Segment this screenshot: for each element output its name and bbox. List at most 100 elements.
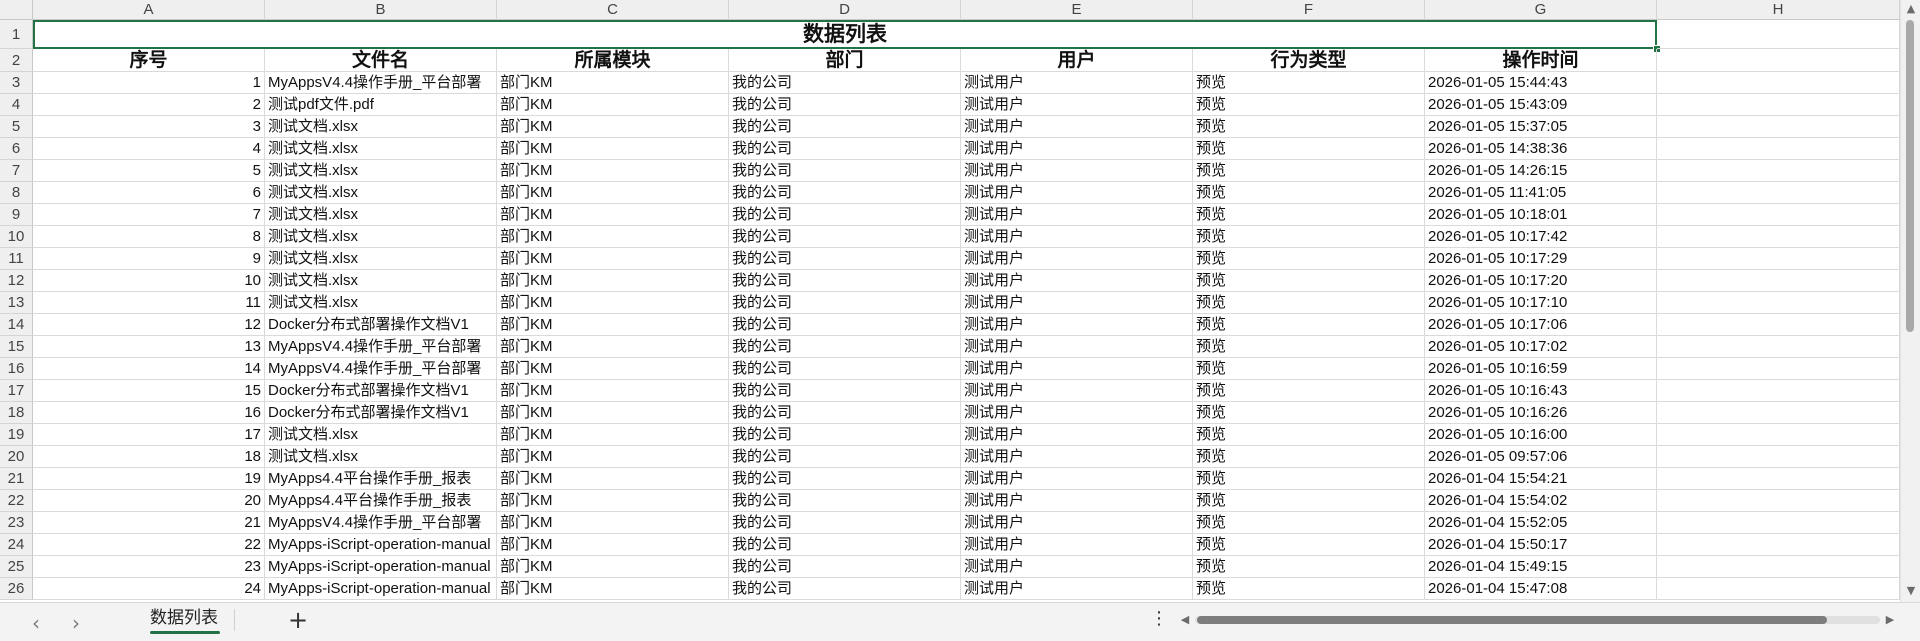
table-cell[interactable]: 11 [33, 292, 265, 314]
table-cell[interactable]: 测试文档.xlsx [265, 138, 497, 160]
table-cell[interactable]: 预览 [1193, 578, 1425, 600]
table-cell-empty[interactable] [1657, 578, 1900, 600]
table-cell[interactable]: 预览 [1193, 358, 1425, 380]
table-cell[interactable]: MyApps-iScript-operation-manual [265, 556, 497, 578]
table-cell[interactable]: 测试用户 [961, 314, 1193, 336]
column-title-5[interactable]: 用户 [961, 49, 1193, 72]
table-cell[interactable]: 预览 [1193, 556, 1425, 578]
table-cell[interactable]: 2026-01-04 15:52:05 [1425, 512, 1657, 534]
table-cell[interactable]: 18 [33, 446, 265, 468]
horizontal-scroll-thumb[interactable] [1197, 616, 1827, 624]
table-cell[interactable]: 2026-01-05 11:41:05 [1425, 182, 1657, 204]
table-cell[interactable]: 预览 [1193, 72, 1425, 94]
column-header-h[interactable]: H [1657, 0, 1900, 20]
row-header-15[interactable]: 15 [0, 336, 33, 358]
table-cell[interactable]: MyApps4.4平台操作手册_报表 [265, 468, 497, 490]
table-cell[interactable]: 2026-01-05 15:44:43 [1425, 72, 1657, 94]
row-header-22[interactable]: 22 [0, 490, 33, 512]
table-cell[interactable]: 2026-01-05 10:16:26 [1425, 402, 1657, 424]
column-title-2[interactable]: 文件名 [265, 49, 497, 72]
select-all-corner[interactable] [0, 0, 33, 20]
row-header-20[interactable]: 20 [0, 446, 33, 468]
table-cell[interactable]: 2026-01-04 15:54:02 [1425, 490, 1657, 512]
table-cell[interactable]: 测试用户 [961, 578, 1193, 600]
table-cell[interactable]: 部门KM [497, 512, 729, 534]
table-cell[interactable]: 我的公司 [729, 534, 961, 556]
table-cell[interactable]: 2026-01-04 15:50:17 [1425, 534, 1657, 556]
table-cell[interactable]: 测试文档.xlsx [265, 424, 497, 446]
prev-sheet-icon[interactable]: ‹ [24, 611, 48, 635]
table-cell[interactable]: 2026-01-05 10:16:59 [1425, 358, 1657, 380]
row-header-21[interactable]: 21 [0, 468, 33, 490]
table-cell[interactable]: 预览 [1193, 160, 1425, 182]
table-cell[interactable]: 6 [33, 182, 265, 204]
table-cell[interactable]: 2026-01-05 10:17:10 [1425, 292, 1657, 314]
row-header-10[interactable]: 10 [0, 226, 33, 248]
cell-h2[interactable] [1657, 49, 1900, 72]
table-cell[interactable]: 2 [33, 94, 265, 116]
table-cell[interactable]: 部门KM [497, 446, 729, 468]
table-cell[interactable]: 部门KM [497, 94, 729, 116]
table-cell[interactable]: 测试文档.xlsx [265, 446, 497, 468]
table-cell-empty[interactable] [1657, 336, 1900, 358]
table-cell-empty[interactable] [1657, 512, 1900, 534]
table-cell[interactable]: 部门KM [497, 116, 729, 138]
add-sheet-icon[interactable]: + [286, 606, 310, 634]
table-cell[interactable]: 部门KM [497, 534, 729, 556]
table-cell[interactable]: 预览 [1193, 292, 1425, 314]
table-cell[interactable]: 预览 [1193, 314, 1425, 336]
column-header-c[interactable]: C [497, 0, 729, 20]
table-cell[interactable]: 部门KM [497, 358, 729, 380]
table-cell[interactable]: 部门KM [497, 72, 729, 94]
scroll-up-arrow-icon[interactable]: ▲ [1901, 2, 1920, 15]
table-cell[interactable]: 2026-01-05 09:57:06 [1425, 446, 1657, 468]
table-cell[interactable]: 部门KM [497, 402, 729, 424]
table-cell[interactable]: 测试用户 [961, 402, 1193, 424]
table-cell[interactable]: 我的公司 [729, 138, 961, 160]
table-cell-empty[interactable] [1657, 446, 1900, 468]
spreadsheet-grid[interactable]: A B C D E F G H 1 2 3 4 5 6 7 8 9 10 11 12 13 14 15 16 17 18 19 20 2… [0, 0, 1900, 602]
table-cell[interactable]: 预览 [1193, 116, 1425, 138]
table-cell[interactable]: 预览 [1193, 204, 1425, 226]
vertical-scroll-thumb[interactable] [1906, 20, 1914, 332]
table-cell[interactable]: 预览 [1193, 490, 1425, 512]
table-cell[interactable]: 部门KM [497, 248, 729, 270]
table-cell[interactable]: MyAppsV4.4操作手册_平台部署 [265, 72, 497, 94]
table-cell[interactable]: 2026-01-05 15:37:05 [1425, 116, 1657, 138]
table-cell[interactable]: 部门KM [497, 556, 729, 578]
table-cell[interactable]: 部门KM [497, 270, 729, 292]
row-header-4[interactable]: 4 [0, 94, 33, 116]
table-cell[interactable]: 2026-01-05 14:26:15 [1425, 160, 1657, 182]
column-header-f[interactable]: F [1193, 0, 1425, 20]
table-cell[interactable]: 测试用户 [961, 138, 1193, 160]
table-cell-empty[interactable] [1657, 556, 1900, 578]
table-cell[interactable]: 预览 [1193, 512, 1425, 534]
table-cell[interactable]: MyApps-iScript-operation-manual [265, 578, 497, 600]
table-cell[interactable]: 2026-01-05 10:17:20 [1425, 270, 1657, 292]
column-title-1[interactable]: 序号 [33, 49, 265, 72]
table-cell[interactable]: 测试用户 [961, 94, 1193, 116]
table-cell-empty[interactable] [1657, 94, 1900, 116]
table-cell[interactable]: 预览 [1193, 468, 1425, 490]
table-cell[interactable]: 2026-01-05 10:17:42 [1425, 226, 1657, 248]
table-cell[interactable]: Docker分布式部署操作文档V1 [265, 402, 497, 424]
table-cell[interactable]: 测试文档.xlsx [265, 182, 497, 204]
table-cell[interactable]: 预览 [1193, 248, 1425, 270]
table-cell[interactable]: 测试用户 [961, 248, 1193, 270]
row-header-5[interactable]: 5 [0, 116, 33, 138]
table-cell[interactable]: 预览 [1193, 380, 1425, 402]
table-cell[interactable]: 17 [33, 424, 265, 446]
table-cell-empty[interactable] [1657, 204, 1900, 226]
column-header-a[interactable]: A [33, 0, 265, 20]
table-cell-empty[interactable] [1657, 534, 1900, 556]
column-title-7[interactable]: 操作时间 [1425, 49, 1657, 72]
table-cell[interactable]: 预览 [1193, 138, 1425, 160]
scroll-left-arrow-icon[interactable]: ◀ [1175, 613, 1195, 626]
column-header-g[interactable]: G [1425, 0, 1657, 20]
table-cell-empty[interactable] [1657, 490, 1900, 512]
table-cell[interactable]: 2026-01-05 15:43:09 [1425, 94, 1657, 116]
table-cell[interactable]: 部门KM [497, 160, 729, 182]
table-cell[interactable]: 16 [33, 402, 265, 424]
table-cell[interactable]: 我的公司 [729, 468, 961, 490]
table-cell[interactable]: 24 [33, 578, 265, 600]
